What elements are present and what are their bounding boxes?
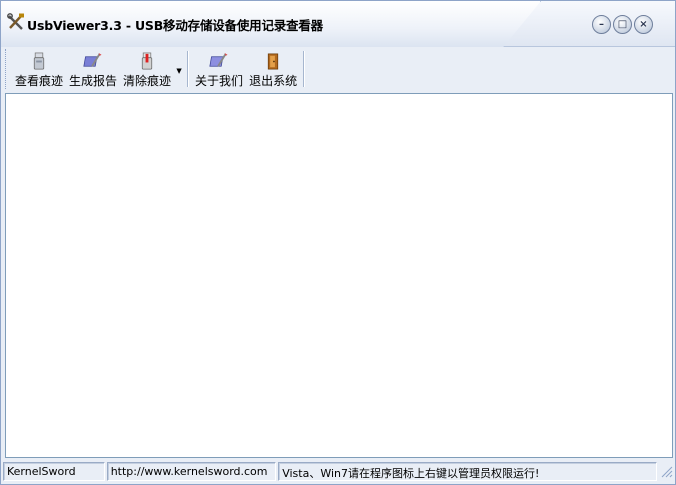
exit-door-icon (267, 53, 279, 70)
generate-report-button[interactable]: 生成报告 (66, 49, 120, 89)
window-controls: – □ × (592, 15, 653, 34)
view-traces-label: 查看痕迹 (15, 74, 64, 88)
status-bar: KernelSword http://www.kernelsword.com V… (3, 460, 673, 482)
toolbar-separator (187, 51, 190, 87)
toolbar-separator-end (303, 51, 306, 87)
resize-grip-icon[interactable] (659, 464, 673, 478)
report-icon (83, 52, 102, 67)
about-icon (209, 52, 228, 67)
exit-system-label: 退出系统 (249, 74, 298, 88)
app-tools-icon (7, 13, 24, 30)
app-window: UsbViewer3.3 - USB移动存储设备使用记录查看器 – □ × 查看… (0, 0, 676, 485)
title-bar[interactable]: UsbViewer3.3 - USB移动存储设备使用记录查看器 – □ × (1, 1, 675, 47)
status-company: KernelSword (3, 461, 105, 481)
clear-traces-dropdown[interactable]: ▼ (174, 49, 184, 89)
minimize-button[interactable]: – (592, 15, 611, 34)
status-message: Vista、Win7请在程序图标上右键以管理员权限运行! (278, 461, 658, 481)
clear-traces-button[interactable]: 清除痕迹 (120, 49, 174, 89)
view-traces-button[interactable]: 查看痕迹 (12, 49, 66, 89)
maximize-button[interactable]: □ (613, 15, 632, 34)
toolbar: 查看痕迹 生成报告 清除痕迹 ▼ 关于我们 退出系统 (5, 49, 315, 89)
usb-drive-icon (33, 52, 45, 70)
about-us-label: 关于我们 (195, 74, 244, 88)
generate-report-label: 生成报告 (69, 74, 118, 88)
status-url: http://www.kernelsword.com (106, 461, 277, 481)
records-list-area[interactable] (5, 93, 673, 458)
window-title: UsbViewer3.3 - USB移动存储设备使用记录查看器 (27, 18, 323, 33)
exit-system-button[interactable]: 退出系统 (246, 49, 300, 89)
toolbar-grip[interactable] (5, 49, 10, 89)
close-button[interactable]: × (634, 15, 653, 34)
clear-traces-label: 清除痕迹 (123, 74, 172, 88)
about-us-button[interactable]: 关于我们 (192, 49, 246, 89)
clear-icon (141, 52, 153, 70)
